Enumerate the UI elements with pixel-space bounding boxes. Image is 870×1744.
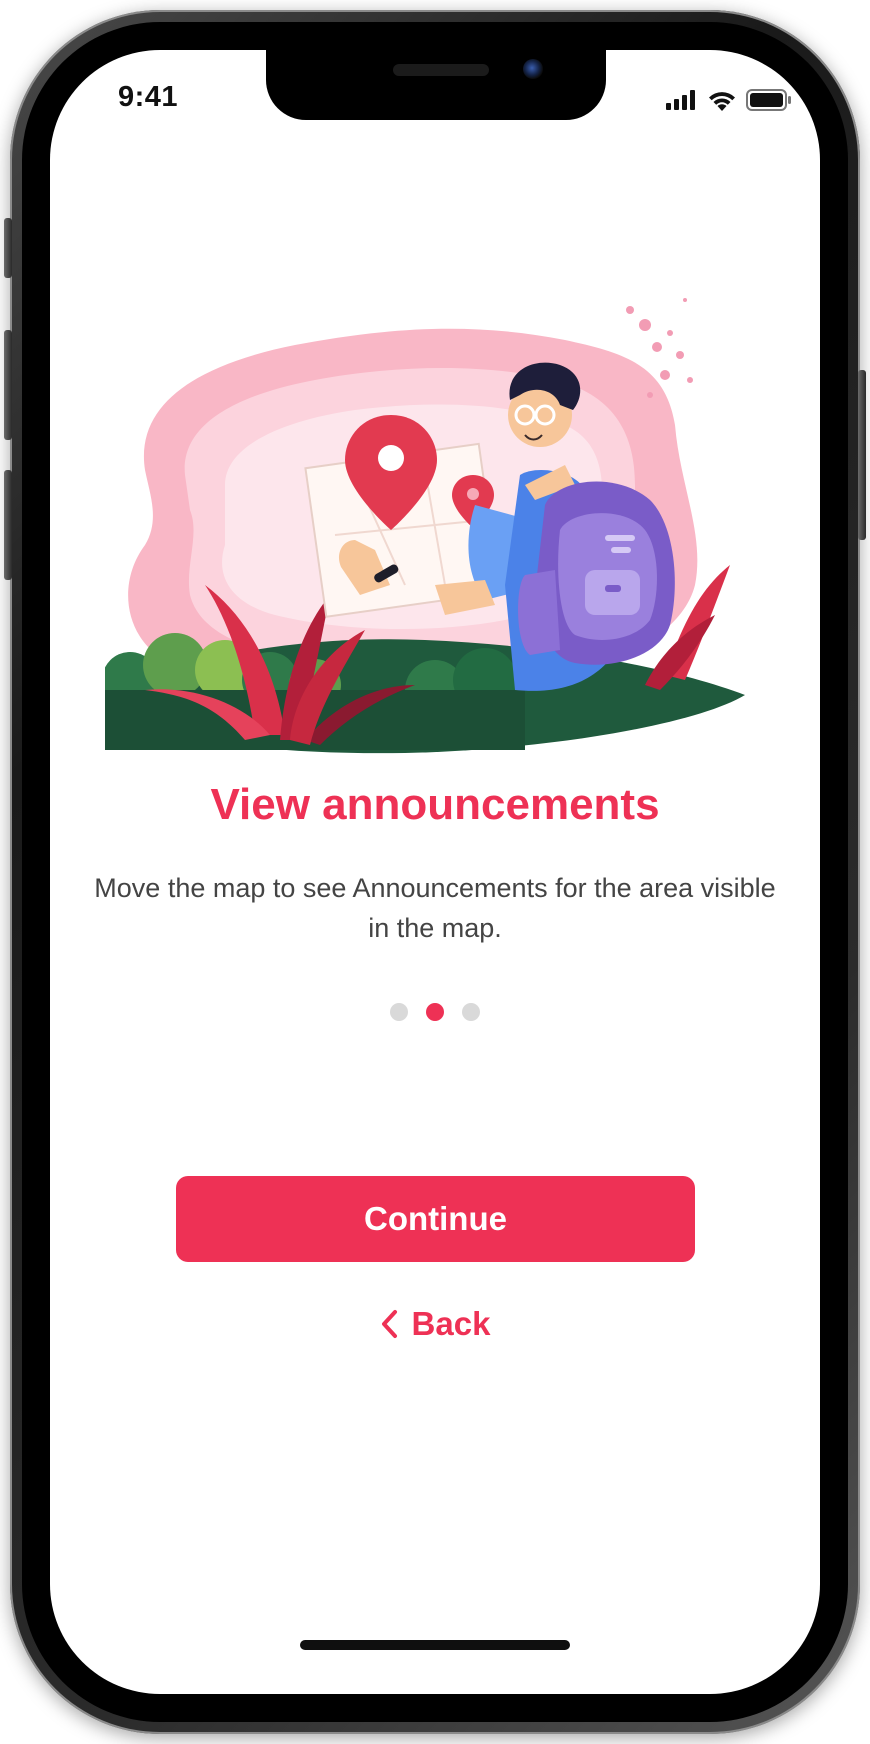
page-indicator: [50, 1003, 820, 1021]
continue-button[interactable]: Continue: [176, 1176, 695, 1262]
notch: [266, 50, 606, 120]
back-button[interactable]: Back: [50, 1305, 820, 1343]
battery-icon: [746, 89, 791, 111]
back-label: Back: [411, 1305, 491, 1342]
page-dot-2-active[interactable]: [426, 1003, 444, 1021]
status-icons: [666, 88, 792, 112]
page-dot-1[interactable]: [390, 1003, 408, 1021]
traveler-map-illustration: [105, 298, 745, 754]
mute-switch: [4, 218, 12, 278]
home-indicator[interactable]: [300, 1640, 570, 1650]
chevron-left-icon: [381, 1310, 397, 1338]
page-dot-3[interactable]: [462, 1003, 480, 1021]
app-screen: 9:41 View announcements Move the map to …: [50, 50, 820, 1694]
volume-up-button: [4, 330, 12, 440]
status-time: 9:41: [118, 81, 179, 113]
wifi-icon: [709, 91, 735, 111]
signal-icon: [666, 90, 695, 110]
power-button: [858, 370, 866, 540]
volume-down-button: [4, 470, 12, 580]
page-description: Move the map to see Announcements for th…: [94, 873, 776, 943]
page-title: View announcements: [210, 780, 660, 829]
speaker-grille: [393, 64, 489, 76]
front-camera: [523, 59, 543, 79]
